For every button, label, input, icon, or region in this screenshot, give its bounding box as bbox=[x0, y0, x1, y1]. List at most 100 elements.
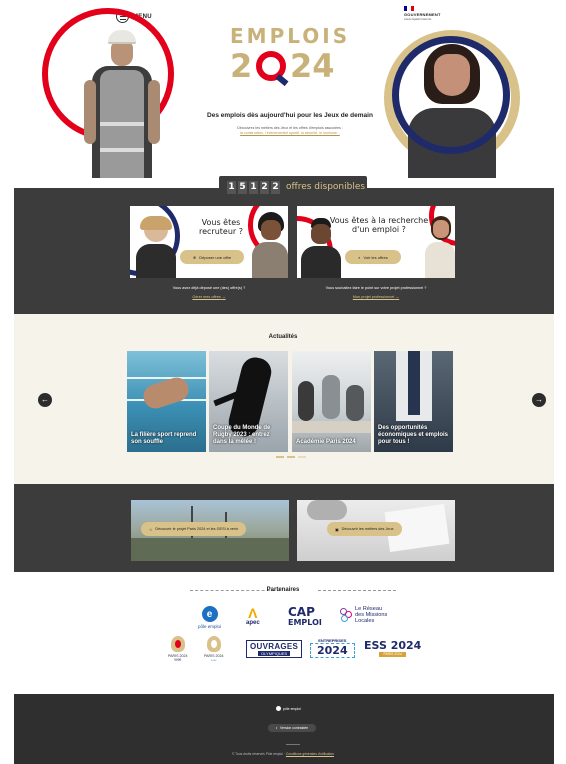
emplois-logo-word: EMPLOIS bbox=[230, 24, 351, 48]
arrow-right-icon: → bbox=[221, 295, 226, 299]
projet-professionnel-link[interactable]: Mon projet professionnel → bbox=[297, 295, 455, 299]
arrow-right-icon: → bbox=[535, 395, 543, 404]
deposer-offre-button[interactable]: ⊕ Déposer une offre bbox=[180, 250, 244, 264]
paris-2024-flame-icon bbox=[170, 636, 185, 652]
ouvrages-olympiques-logo[interactable]: OUVRAGES OLYMPIQUES bbox=[246, 640, 303, 658]
news-card-label: Coupe du Monde de Rugby 2023 : entrez da… bbox=[213, 425, 271, 445]
paris-2024-flame-icon bbox=[206, 636, 221, 652]
search-icon: ⌕ bbox=[358, 254, 361, 260]
recruteur-title-line1: Vous êtes bbox=[201, 218, 241, 227]
version-contrastee-label: Version contrastée bbox=[279, 726, 309, 730]
apec-logo[interactable]: Λ apec bbox=[246, 606, 260, 626]
hero-subtext: Découvrez les métiers des Jeux et les of… bbox=[188, 126, 392, 136]
counter-digit: 2 bbox=[271, 180, 280, 194]
divider bbox=[318, 590, 396, 591]
news-card[interactable]: Académie Paris 2024 bbox=[292, 351, 371, 452]
emploi-label: EMPLOI bbox=[288, 618, 322, 627]
counter-digit: 5 bbox=[238, 180, 247, 194]
decouvrir-metiers-label: Découvrir les métiers des Jeux bbox=[341, 527, 394, 531]
classroom-image bbox=[292, 421, 371, 433]
gerer-offres-link[interactable]: Gérer mes offres → bbox=[130, 295, 288, 299]
emplois-2024-logo: 2 24 bbox=[230, 46, 335, 86]
gouvernement-logo[interactable]: GOUVERNEMENT Liberté Égalité Fraternité bbox=[404, 6, 441, 21]
copyright-text: © Tous droits réservés Pôle emploi bbox=[232, 752, 283, 756]
news-card-label: Des opportunités économiques et emplois … bbox=[378, 425, 449, 445]
carousel-dot[interactable] bbox=[276, 456, 284, 458]
arrow-right-icon: → bbox=[395, 295, 400, 299]
footer-logo-label: pôle emploi bbox=[283, 706, 301, 711]
missions-line3: Locales bbox=[355, 618, 375, 624]
navy-ring-decoration bbox=[392, 36, 510, 154]
recruteur-caption: Vous avez déjà déposé une (des) offre(s)… bbox=[172, 286, 246, 290]
footer-legal: © Tous droits réservés Pôle emploi · Con… bbox=[232, 752, 334, 756]
pole-emploi-logo[interactable]: e pôle emploi bbox=[198, 606, 221, 629]
paralympic-agitos-icon: ᴗᴗ bbox=[210, 657, 217, 663]
counter-digit: 2 bbox=[260, 180, 269, 194]
recruteur-title: Vous êtes recruteur ? bbox=[186, 218, 256, 236]
carousel-prev-button[interactable]: ← bbox=[38, 393, 52, 407]
apec-label: apec bbox=[246, 620, 260, 626]
recruiter-man-photo bbox=[252, 212, 288, 278]
star-icon: ☆ bbox=[149, 527, 153, 532]
missions-locales-icon bbox=[340, 608, 352, 622]
entreprises-year: 2024 bbox=[310, 643, 355, 658]
contrast-icon: ◐ bbox=[275, 726, 278, 730]
cgu-link[interactable]: Conditions générales d'utilisation bbox=[286, 752, 334, 756]
pole-emploi-label: pôle emploi bbox=[198, 624, 222, 629]
hero-sectors-link[interactable]: la construction, l'événementiel sportif,… bbox=[188, 131, 392, 136]
emploi-caption: Vous souhaitez faire le point sur votre … bbox=[325, 286, 427, 290]
carousel-dots bbox=[276, 456, 306, 458]
voir-offres-label: Voir les offres bbox=[363, 254, 388, 260]
ess-sub-label: PARIS 2024 bbox=[379, 652, 406, 657]
paris-2024-paralympic-logo[interactable]: PARIS 2024 ᴗᴗ bbox=[204, 636, 224, 663]
divider bbox=[286, 744, 300, 745]
carousel-dot[interactable] bbox=[287, 456, 295, 458]
ess-label: ESS 2024 bbox=[364, 639, 422, 652]
emploi-title-line1: Vous êtes à la recherche bbox=[329, 216, 429, 225]
footer-pole-emploi-logo[interactable]: pôle emploi bbox=[276, 706, 301, 711]
voir-offres-button[interactable]: ⌕ Voir les offres bbox=[345, 250, 401, 264]
hero-subtext-text: Découvrez les métiers des Jeux et les of… bbox=[237, 126, 343, 130]
swimmer-image bbox=[140, 374, 192, 412]
gov-title: GOUVERNEMENT bbox=[404, 12, 441, 17]
carousel-dot[interactable] bbox=[298, 456, 306, 458]
hero-headline: Des emplois dès aujourd'hui pour les Jeu… bbox=[207, 112, 373, 119]
emploi-title-line2: d'un emploi ? bbox=[352, 225, 406, 234]
ouvrages-label: OUVRAGES bbox=[250, 642, 299, 651]
decouvrir-projet-button[interactable]: ☆ Découvrir le projet Paris 2024 et les … bbox=[141, 522, 247, 536]
news-card-label: La filière sport reprend son souffle bbox=[131, 432, 197, 445]
missions-locales-logo[interactable]: Le Réseau des Missions Locales bbox=[340, 606, 387, 624]
news-card[interactable]: Des opportunités économiques et emplois … bbox=[374, 351, 453, 452]
cap-emploi-logo[interactable]: CAP EMPLOI bbox=[288, 606, 322, 627]
entreprises-2024-logo[interactable]: ENTREPRISES 2024 bbox=[310, 638, 355, 658]
promo-metiers-card: ▣ Découvrir les métiers des Jeux bbox=[297, 500, 455, 561]
logo-year-right: 24 bbox=[290, 47, 335, 85]
version-contrastee-button[interactable]: ◐ Version contrastée bbox=[268, 724, 316, 732]
recruteur-title-line2: recruteur ? bbox=[199, 227, 243, 236]
worker-photo bbox=[84, 30, 160, 178]
recruteur-card: Vous êtes recruteur ? ⊕ Déposer une offr… bbox=[130, 206, 288, 278]
news-card[interactable]: La filière sport reprend son souffle bbox=[127, 351, 206, 452]
news-card-label: Académie Paris 2024 bbox=[296, 439, 356, 445]
cap-label: CAP bbox=[288, 605, 315, 619]
partners-title: Partenaires bbox=[266, 587, 300, 593]
olympiques-label: OLYMPIQUES bbox=[258, 651, 291, 656]
emploi-card: Vous êtes à la recherche d'un emploi ? ⌕… bbox=[297, 206, 455, 278]
offers-counter: 1 5 1 2 2 offres disponibles bbox=[219, 176, 367, 198]
deposer-offre-label: Déposer une offre bbox=[199, 254, 232, 260]
counter-label: offres disponibles bbox=[286, 182, 366, 192]
briefcase-icon: ▣ bbox=[335, 527, 339, 532]
news-title: Actualités bbox=[268, 334, 298, 340]
french-flag-icon bbox=[404, 6, 414, 11]
carousel-next-button[interactable]: → bbox=[532, 393, 546, 407]
decouvrir-metiers-button[interactable]: ▣ Découvrir les métiers des Jeux bbox=[327, 522, 402, 536]
ess-2024-logo[interactable]: ESS 2024 PARIS 2024 bbox=[364, 640, 421, 657]
recruiter-woman-photo bbox=[136, 216, 176, 278]
apec-icon: Λ bbox=[248, 605, 258, 621]
pole-emploi-icon: e bbox=[201, 606, 218, 622]
news-card[interactable]: Coupe du Monde de Rugby 2023 : entrez da… bbox=[209, 351, 288, 452]
promo-projet-card: ☆ Découvrir le projet Paris 2024 et les … bbox=[131, 500, 289, 561]
olympic-rings-icon: ∞∞ bbox=[174, 657, 182, 663]
gerer-offres-label: Gérer mes offres bbox=[192, 295, 221, 299]
paris-2024-olympic-logo[interactable]: PARIS 2024 ∞∞ bbox=[168, 636, 188, 663]
